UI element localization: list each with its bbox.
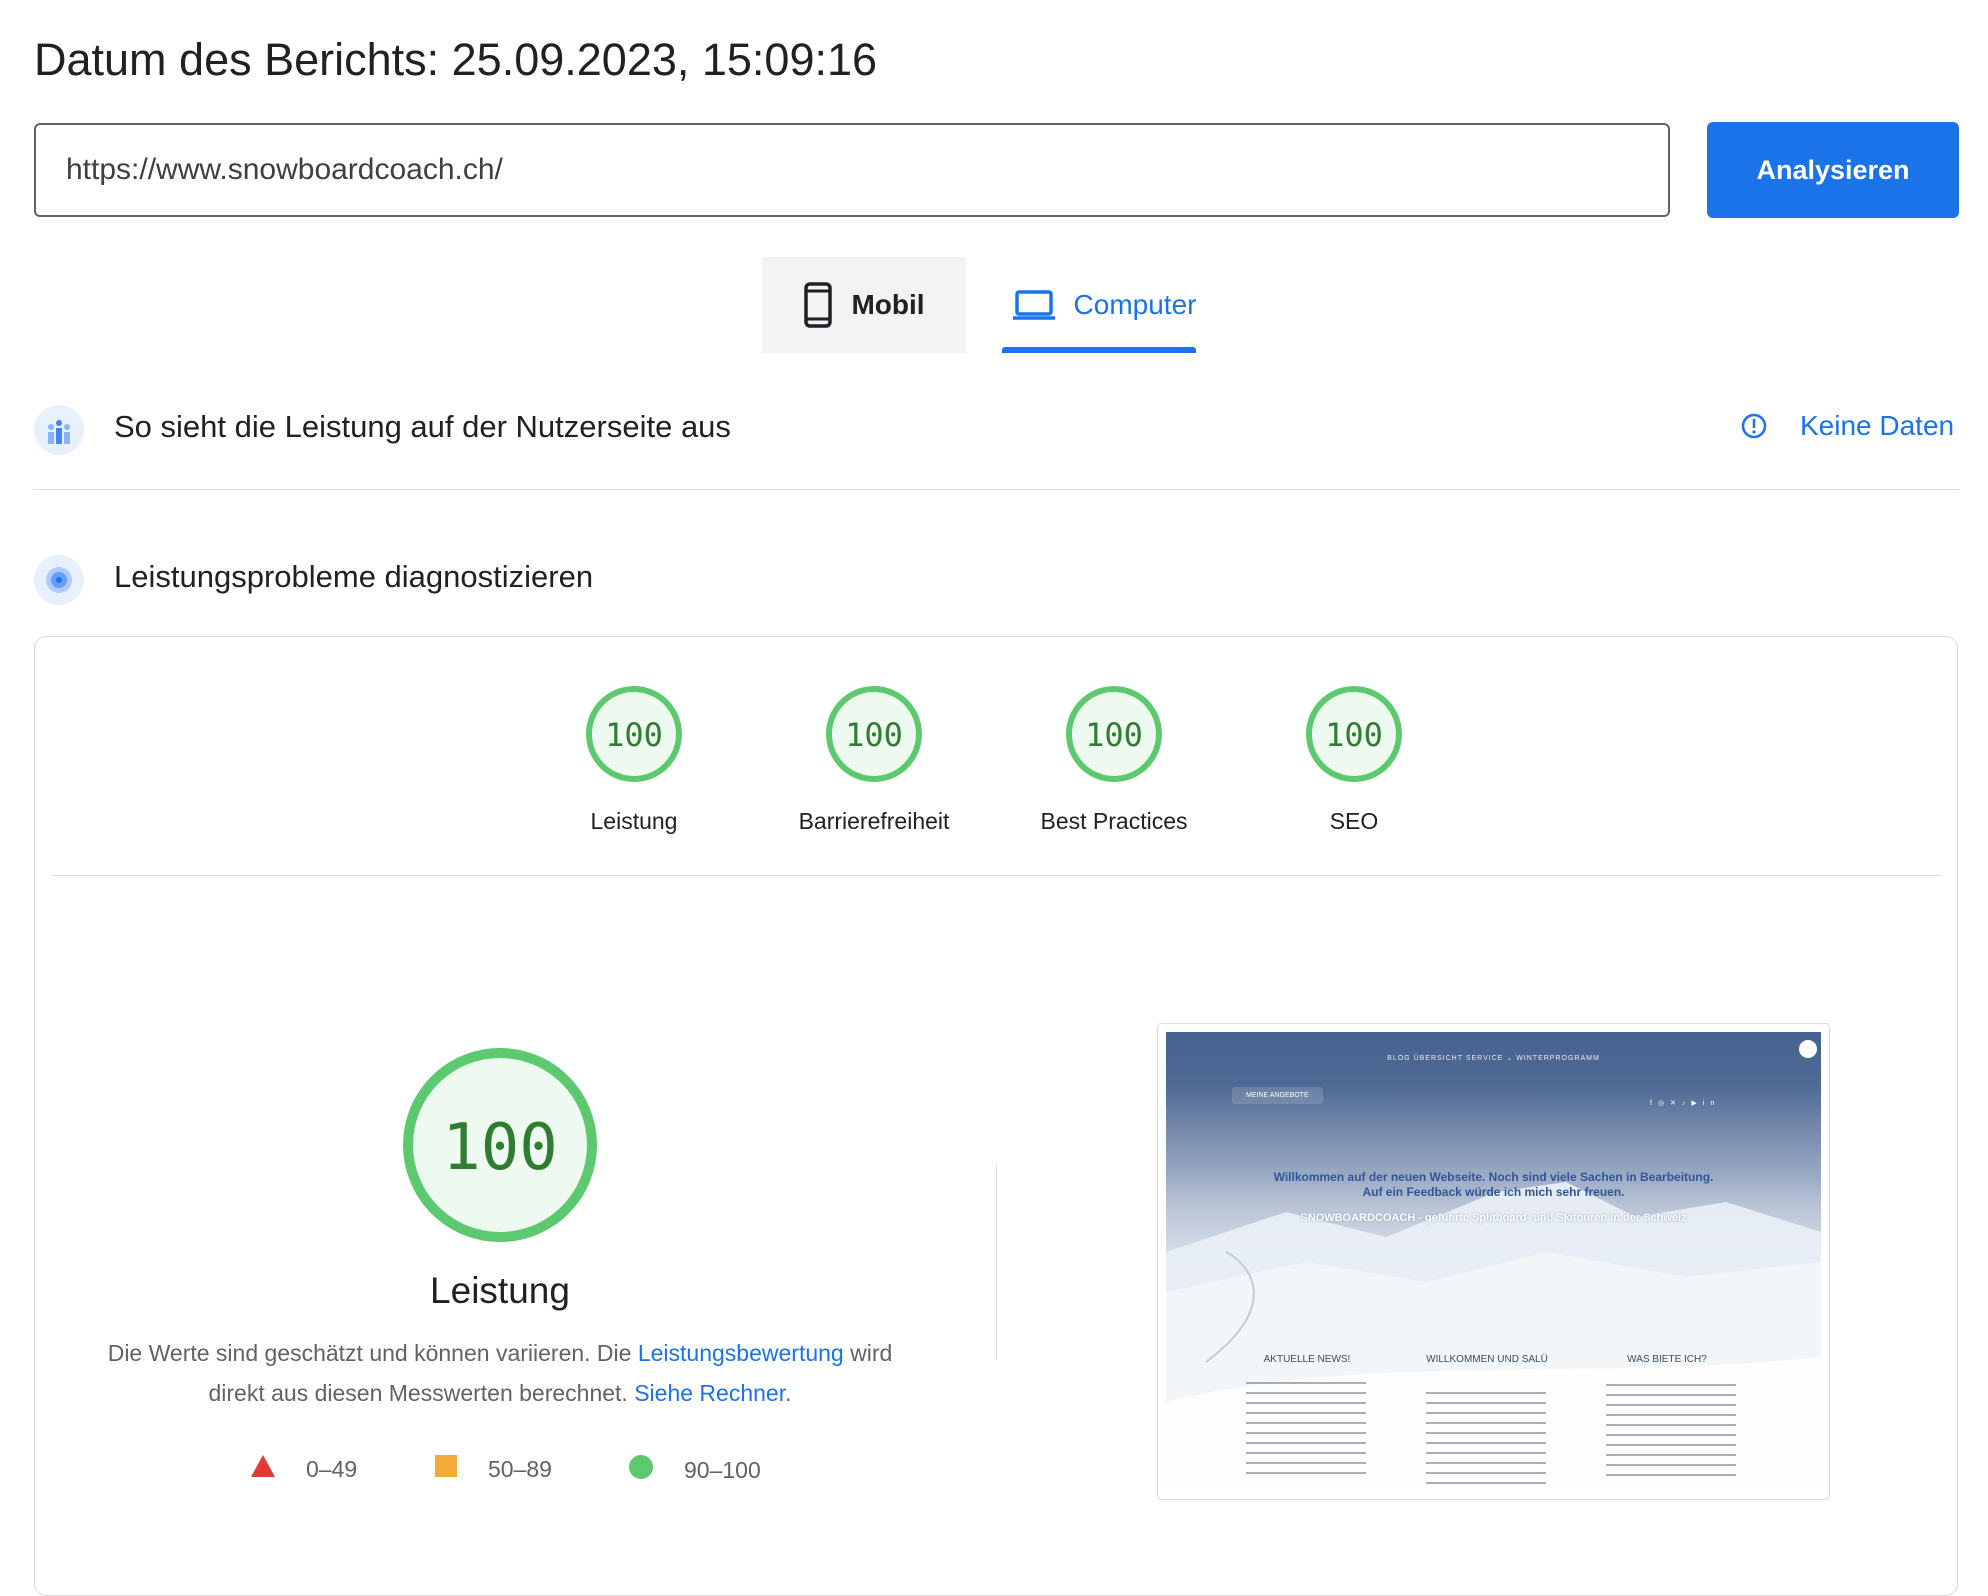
screenshot-text-block [1426,1392,1546,1484]
screenshot-text-block [1246,1382,1366,1482]
screenshot-col-offer: WAS BIETE ICH? [1627,1354,1707,1365]
legend-fail-label: 0–49 [306,1455,358,1482]
square-icon [434,1454,458,1484]
active-tab-indicator [1002,347,1196,353]
screenshot-col-welcome: WILLKOMMEN UND SALÜ [1426,1354,1548,1365]
desc-text-1: Die Werte sind geschätzt und können vari… [107,1340,638,1366]
divider [34,489,1959,490]
legend-fail: 0–49 [250,1454,357,1484]
screenshot-offers-button: MEINE ANGEBOTE [1232,1087,1323,1104]
no-data-link[interactable]: Keine Daten [1740,410,1954,442]
circle-icon [628,1454,654,1486]
score-label: Barrierefreiheit [798,808,950,834]
score-label: SEO [1329,808,1379,834]
tab-mobile[interactable]: Mobil [762,257,966,353]
triangle-icon [250,1454,276,1484]
laptop-icon [1012,290,1055,320]
score-value: 100 [1085,716,1143,754]
users-chart-icon [34,405,84,455]
performance-score: 100 [442,1111,558,1185]
score-value: 100 [845,716,903,754]
score-gauge[interactable]: 100 [1064,684,1164,784]
tab-mobile-label: Mobil [851,289,925,320]
desc-text-3: . [785,1380,792,1406]
score-link[interactable]: Leistungsbewertung [638,1340,844,1366]
legend-pass: 90–100 [628,1454,761,1486]
target-icon [34,555,84,605]
card-divider [52,875,1941,876]
legend-pass-label: 90–100 [684,1456,761,1483]
score-label: Leistung [590,808,678,834]
report-date: Datum des Berichts: 25.09.2023, 15:09:16 [34,34,878,85]
performance-label: Leistung [430,1270,570,1311]
tab-computer[interactable]: Computer [984,257,1224,353]
screenshot-text-block [1606,1384,1736,1484]
url-input[interactable] [34,123,1670,217]
analyze-button[interactable]: Analysieren [1707,122,1959,218]
smartphone-icon [804,282,833,328]
info-icon [1741,413,1767,439]
field-data-title: So sieht die Leistung auf der Nutzerseit… [114,409,731,444]
screenshot-headline-1: Willkommen auf der neuen Webseite. Noch … [1273,1170,1714,1184]
calculator-link[interactable]: Siehe Rechner [634,1380,785,1406]
tab-computer-label: Computer [1073,289,1197,320]
vertical-divider [996,1165,997,1360]
screenshot-subline: SNOWBOARDCOACH - geführte Splitboard- un… [1300,1212,1687,1224]
accessibility-icon [1799,1040,1817,1058]
score-gauge[interactable]: 100 [1304,684,1404,784]
score-gauge[interactable]: 100 [584,684,684,784]
diagnose-title: Leistungsprobleme diagnostizieren [114,559,594,594]
screenshot-nav: BLOG ÜBERSICHT SERVICE ⌄ WINTERPROGRAMM [1387,1055,1600,1062]
screenshot-col-news: AKTUELLE NEWS! [1263,1354,1351,1365]
score-value: 100 [605,716,663,754]
performance-description: Die Werte sind geschätzt und können vari… [80,1333,920,1413]
score-label: Best Practices [1040,808,1188,834]
score-gauge[interactable]: 100 [824,684,924,784]
legend-average: 50–89 [434,1454,552,1484]
page-screenshot[interactable]: BLOG ÜBERSICHT SERVICE ⌄ WINTERPROGRAMM … [1166,1032,1821,1490]
social-icons: f◎✕♪▶in [1650,1100,1721,1107]
legend-average-label: 50–89 [488,1455,552,1482]
screenshot-headline-2: Auf ein Feedback würde ich mich sehr fre… [1362,1185,1625,1199]
no-data-label: Keine Daten [1800,410,1955,441]
performance-gauge[interactable]: 100 [400,1045,600,1245]
score-value: 100 [1325,716,1383,754]
